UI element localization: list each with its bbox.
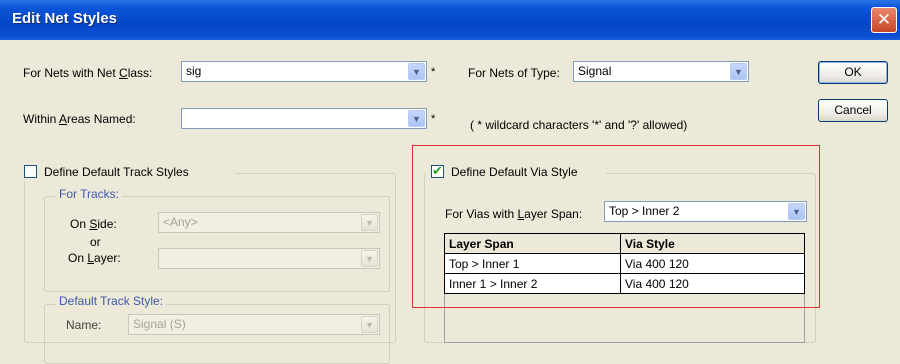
- net-class-asterisk: *: [431, 66, 436, 78]
- chevron-down-icon[interactable]: ▼: [730, 63, 747, 80]
- net-class-label: For Nets with Net Class:: [23, 66, 153, 80]
- chevron-down-icon[interactable]: ▼: [361, 214, 378, 231]
- title-bar: Edit Net Styles ✕: [0, 0, 900, 40]
- on-layer-combo[interactable]: ▼: [158, 248, 380, 269]
- track-styles-label: Define Default Track Styles: [44, 165, 189, 179]
- chevron-down-icon[interactable]: ▼: [408, 63, 425, 80]
- track-styles-checkbox[interactable]: [24, 165, 37, 178]
- net-type-combo[interactable]: Signal ▼: [573, 61, 749, 82]
- wildcard-note: ( * wildcard characters '*' and '?' allo…: [470, 118, 688, 132]
- chevron-down-icon[interactable]: ▼: [408, 110, 425, 127]
- track-name-value: Signal (S): [133, 317, 186, 331]
- window-title: Edit Net Styles: [12, 10, 118, 27]
- on-side-combo[interactable]: <Any> ▼: [158, 212, 380, 233]
- on-side-value: <Any>: [163, 215, 198, 229]
- net-class-combo[interactable]: sig ▼: [181, 61, 427, 82]
- name-label: Name:: [66, 318, 102, 332]
- net-type-label: For Nets of Type:: [468, 66, 560, 80]
- net-type-value: Signal: [578, 64, 612, 78]
- close-icon: ✕: [876, 10, 892, 29]
- net-class-value: sig: [186, 64, 202, 78]
- on-layer-label: On Layer:: [68, 251, 121, 265]
- cancel-button[interactable]: Cancel: [818, 99, 888, 122]
- default-track-style-label: Default Track Style:: [56, 294, 167, 308]
- chevron-down-icon[interactable]: ▼: [361, 250, 378, 267]
- areas-asterisk: *: [431, 113, 436, 125]
- areas-label: Within Areas Named:: [23, 112, 136, 126]
- or-label: or: [90, 235, 101, 249]
- ok-button[interactable]: OK: [818, 61, 888, 84]
- highlight-box: [412, 145, 820, 308]
- close-button[interactable]: ✕: [871, 7, 897, 33]
- areas-combo[interactable]: ▼: [181, 108, 427, 129]
- for-tracks-label: For Tracks:: [56, 187, 123, 201]
- on-side-label: On Side:: [70, 217, 117, 231]
